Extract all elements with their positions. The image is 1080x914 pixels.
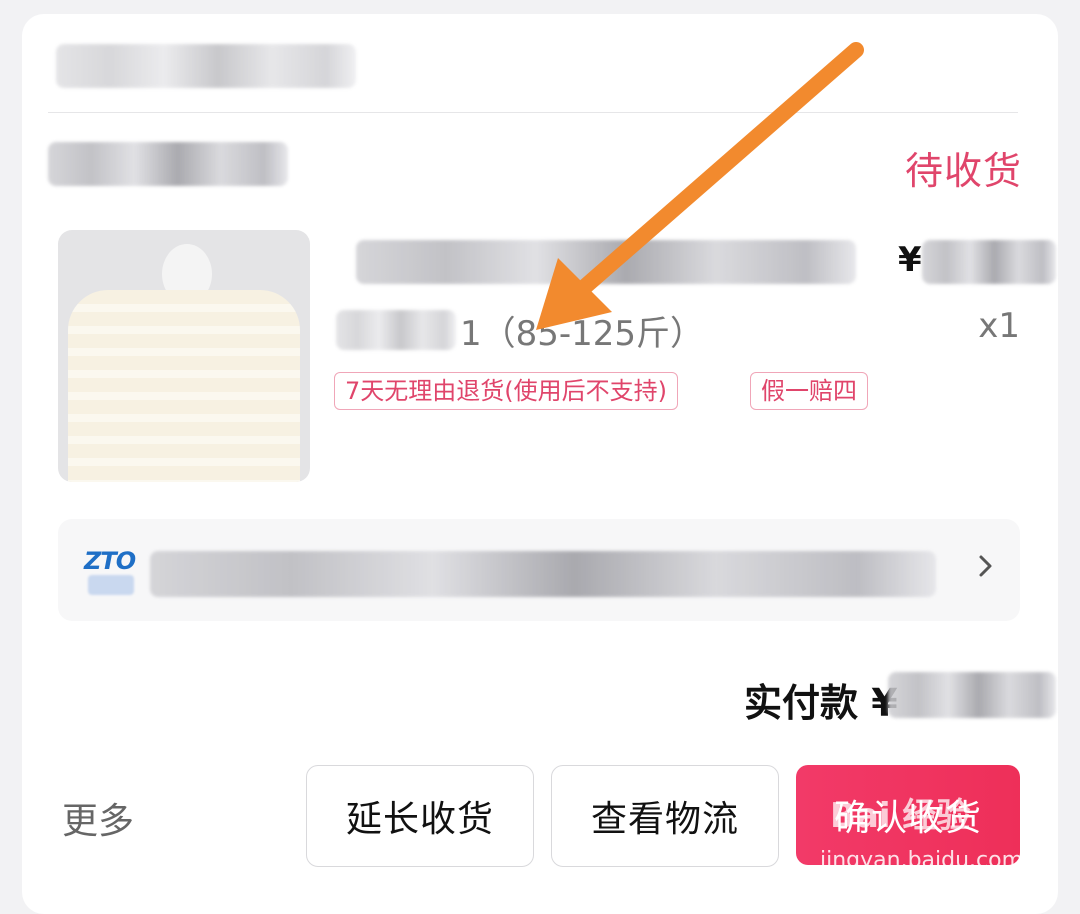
shop-name-redacted [48,142,288,186]
extend-receipt-button[interactable]: 延长收货 [306,765,534,867]
logistics-text-redacted [150,551,936,597]
baidu-watermark: Bai 经验 [830,796,971,836]
authenticity-tag: 假一赔四 [750,372,868,410]
product-quantity: x1 [978,306,1020,346]
spec-prefix-redacted [336,310,456,350]
total-paid-label: 实付款 ¥ [744,681,898,725]
zto-logo-icon: ZTO [84,547,140,595]
product-image[interactable] [58,230,310,482]
product-title-redacted [356,240,856,284]
header-divider [48,112,1018,113]
view-logistics-button[interactable]: 查看物流 [551,765,779,867]
product-price-redacted [922,240,1056,284]
more-link[interactable]: 更多 [62,792,134,844]
zto-subtitle-redacted [88,575,134,595]
store-name-redacted [56,44,356,88]
chevron-right-icon[interactable] [976,551,996,589]
product-price-symbol: ¥ [898,240,922,280]
order-status: 待收货 [904,149,1022,193]
sweater-shape [68,290,300,482]
return-policy-tag: 7天无理由退货(使用后不支持) [334,372,678,410]
product-spec: 1（85-125斤） [460,314,705,354]
baidu-watermark-url: jingyan.baidu.com [820,848,1024,873]
logistics-row[interactable]: ZTO [58,519,1020,621]
total-amount-redacted [888,672,1056,718]
